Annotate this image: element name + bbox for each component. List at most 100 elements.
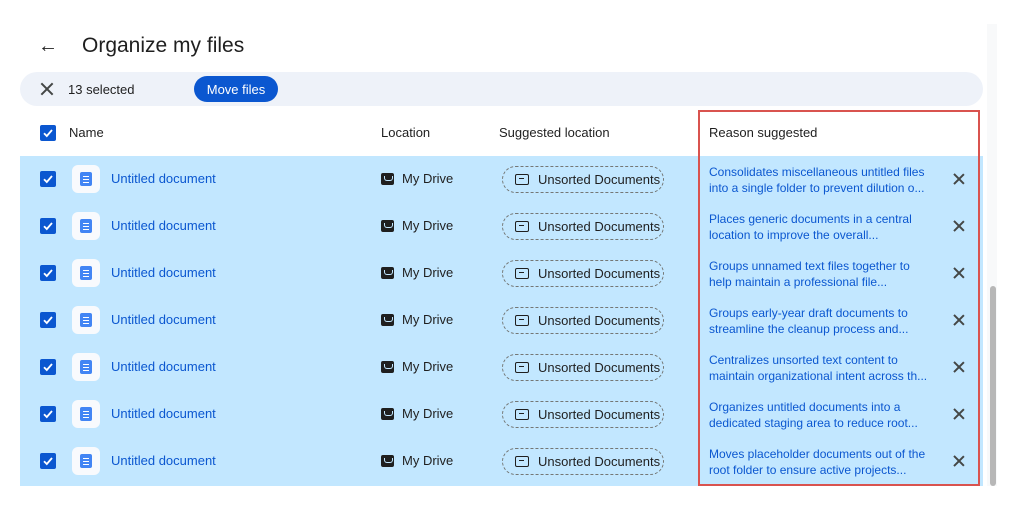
table-row[interactable]: Untitled document My Drive Unsorted Docume… <box>20 203 983 250</box>
my-drive-icon <box>381 455 394 467</box>
folder-move-icon <box>515 409 529 420</box>
my-drive-icon <box>381 220 394 232</box>
my-drive-icon <box>381 314 394 326</box>
suggested-location-chip[interactable]: Unsorted Documents <box>502 401 664 428</box>
suggested-location-label: Unsorted Documents <box>538 454 661 469</box>
reason-text: Consolidates miscellaneous untitled file… <box>709 164 925 195</box>
file-location: My Drive <box>402 218 454 233</box>
checkmark-icon <box>43 457 53 466</box>
table-header: Name Location Suggested location Reason … <box>20 112 983 154</box>
file-location: My Drive <box>402 265 454 280</box>
reason-text: Groups unnamed text files together to he… <box>709 258 910 289</box>
row-checkbox[interactable] <box>40 453 56 469</box>
google-docs-icon <box>72 259 100 287</box>
suggested-location-label: Unsorted Documents <box>538 266 661 281</box>
folder-move-icon <box>515 268 529 279</box>
reason-cell: Moves placeholder documents out of the r… <box>709 438 931 485</box>
dismiss-suggestion-close-icon[interactable] <box>953 267 965 279</box>
row-checkbox[interactable] <box>40 406 56 422</box>
folder-move-icon <box>515 315 529 326</box>
file-name[interactable]: Untitled document <box>111 406 216 421</box>
dismiss-suggestion-close-icon[interactable] <box>953 173 965 185</box>
checkmark-icon <box>43 222 53 231</box>
table-row[interactable]: Untitled document My Drive Unsorted Docume… <box>20 297 983 344</box>
page-title: Organize my files <box>82 34 245 57</box>
folder-move-icon <box>515 221 529 232</box>
column-header-reason-suggested[interactable]: Reason suggested <box>709 125 817 140</box>
my-drive-icon <box>381 408 394 420</box>
file-name[interactable]: Untitled document <box>111 453 216 468</box>
google-docs-icon <box>72 212 100 240</box>
dismiss-suggestion-close-icon[interactable] <box>953 408 965 420</box>
google-docs-icon <box>72 353 100 381</box>
suggested-location-chip[interactable]: Unsorted Documents <box>502 354 664 381</box>
google-docs-icon <box>72 306 100 334</box>
suggested-location-label: Unsorted Documents <box>538 219 661 234</box>
suggested-location-chip[interactable]: Unsorted Documents <box>502 166 664 193</box>
reason-text: Centralizes unsorted text content to mai… <box>709 352 928 383</box>
move-files-button[interactable]: Move files <box>194 76 278 102</box>
column-header-name[interactable]: Name <box>69 125 104 140</box>
table-row[interactable]: Untitled document My Drive Unsorted Docume… <box>20 391 983 438</box>
reason-text: Moves placeholder documents out of the r… <box>709 446 926 477</box>
header: ← Organize my files <box>36 30 244 62</box>
checkmark-icon <box>43 129 53 138</box>
select-all-checkbox[interactable] <box>40 125 56 141</box>
table-row[interactable]: Untitled document My Drive Unsorted Docume… <box>20 156 983 203</box>
checkmark-icon <box>43 363 53 372</box>
file-location: My Drive <box>402 171 454 186</box>
reason-cell: Groups early-year draft documents to str… <box>709 297 931 344</box>
reason-text: Places generic documents in a central lo… <box>709 211 912 242</box>
row-checkbox[interactable] <box>40 359 56 375</box>
reason-cell: Centralizes unsorted text content to mai… <box>709 344 931 391</box>
file-location: My Drive <box>402 359 454 374</box>
suggested-location-label: Unsorted Documents <box>538 313 661 328</box>
column-header-location[interactable]: Location <box>381 125 430 140</box>
selected-count: 13 selected <box>68 81 135 97</box>
folder-move-icon <box>515 362 529 373</box>
table-row[interactable]: Untitled document My Drive Unsorted Docume… <box>20 250 983 297</box>
suggested-location-label: Unsorted Documents <box>538 360 661 375</box>
scrollbar-thumb[interactable] <box>990 286 996 486</box>
dismiss-suggestion-close-icon[interactable] <box>953 455 965 467</box>
suggested-location-chip[interactable]: Unsorted Documents <box>502 213 664 240</box>
back-arrow-icon[interactable]: ← <box>36 34 60 58</box>
row-checkbox[interactable] <box>40 265 56 281</box>
suggested-location-label: Unsorted Documents <box>538 172 661 187</box>
table-row[interactable]: Untitled document My Drive Unsorted Docume… <box>20 438 983 485</box>
google-docs-icon <box>72 447 100 475</box>
file-name[interactable]: Untitled document <box>111 218 216 233</box>
reason-cell: Groups unnamed text files together to he… <box>709 250 931 297</box>
checkmark-icon <box>43 316 53 325</box>
suggested-location-label: Unsorted Documents <box>538 407 661 422</box>
selection-bar: 13 selected Move files <box>20 72 983 106</box>
suggested-location-chip[interactable]: Unsorted Documents <box>502 260 664 287</box>
dismiss-suggestion-close-icon[interactable] <box>953 220 965 232</box>
my-drive-icon <box>381 173 394 185</box>
file-list: Untitled document My Drive Unsorted Docume… <box>20 156 983 486</box>
dismiss-suggestion-close-icon[interactable] <box>953 361 965 373</box>
row-checkbox[interactable] <box>40 218 56 234</box>
file-name[interactable]: Untitled document <box>111 171 216 186</box>
column-header-suggested-location[interactable]: Suggested location <box>499 125 610 140</box>
file-name[interactable]: Untitled document <box>111 265 216 280</box>
suggested-location-chip[interactable]: Unsorted Documents <box>502 448 664 475</box>
checkmark-icon <box>43 175 53 184</box>
reason-text: Groups early-year draft documents to str… <box>709 305 909 336</box>
suggested-location-chip[interactable]: Unsorted Documents <box>502 307 664 334</box>
dismiss-suggestion-close-icon[interactable] <box>953 314 965 326</box>
my-drive-icon <box>381 267 394 279</box>
reason-cell: Places generic documents in a central lo… <box>709 203 931 250</box>
checkmark-icon <box>43 269 53 278</box>
file-name[interactable]: Untitled document <box>111 359 216 374</box>
row-checkbox[interactable] <box>40 312 56 328</box>
file-location: My Drive <box>402 406 454 421</box>
reason-text: Organizes untitled documents into a dedi… <box>709 399 918 430</box>
clear-selection-close-icon[interactable] <box>40 82 54 96</box>
google-docs-icon <box>72 165 100 193</box>
folder-move-icon <box>515 174 529 185</box>
table-row[interactable]: Untitled document My Drive Unsorted Docume… <box>20 344 983 391</box>
row-checkbox[interactable] <box>40 171 56 187</box>
folder-move-icon <box>515 456 529 467</box>
file-name[interactable]: Untitled document <box>111 312 216 327</box>
